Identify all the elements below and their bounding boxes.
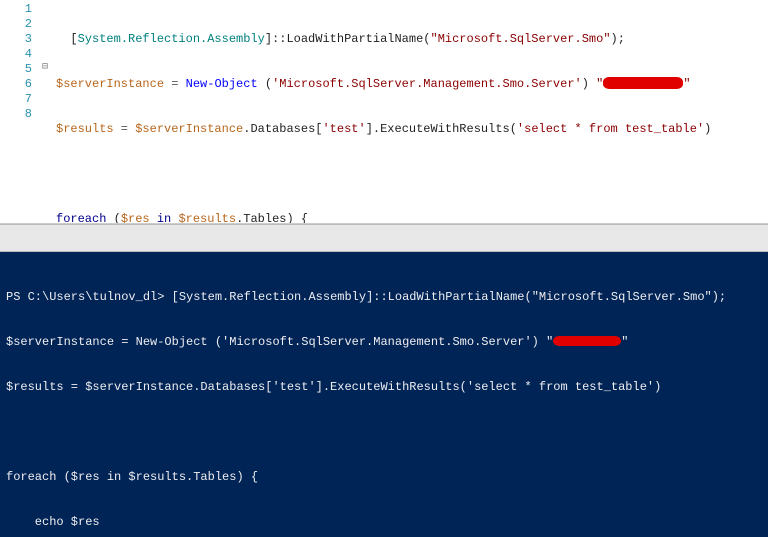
line-number: 7 xyxy=(2,92,32,107)
pane-splitter[interactable] xyxy=(0,224,768,252)
console-line: echo $res xyxy=(6,515,762,530)
console-blank xyxy=(6,425,762,440)
code-line xyxy=(56,167,764,182)
line-number: 5 xyxy=(2,62,32,77)
line-number-gutter: 1 2 3 4 5 6 7 8 xyxy=(0,0,38,223)
redaction-mark xyxy=(603,77,683,89)
fold-toggle[interactable]: ⊟ xyxy=(38,60,52,75)
console-line: $results = $serverInstance.Databases['te… xyxy=(6,380,762,395)
console-line: foreach ($res in $results.Tables) { xyxy=(6,470,762,485)
line-number: 1 xyxy=(2,2,32,17)
line-number: 8 xyxy=(2,107,32,122)
powershell-console[interactable]: PS C:\Users\tulnov_dl> [System.Reflectio… xyxy=(0,252,768,537)
line-number: 2 xyxy=(2,17,32,32)
code-text-area[interactable]: [System.Reflection.Assembly]::LoadWithPa… xyxy=(52,0,768,223)
code-line: $serverInstance = New-Object ('Microsoft… xyxy=(56,77,764,92)
redaction-mark xyxy=(553,336,621,346)
code-line: [System.Reflection.Assembly]::LoadWithPa… xyxy=(56,32,764,47)
fold-gutter: ⊟ xyxy=(38,0,52,223)
code-editor-pane[interactable]: 1 2 3 4 5 6 7 8 ⊟ [System.Reflection.Ass… xyxy=(0,0,768,224)
line-number: 6 xyxy=(2,77,32,92)
code-line: $results = $serverInstance.Databases['te… xyxy=(56,122,764,137)
line-number: 4 xyxy=(2,47,32,62)
console-line: $serverInstance = New-Object ('Microsoft… xyxy=(6,335,762,350)
code-line: foreach ($res in $results.Tables) { xyxy=(56,212,764,223)
line-number: 3 xyxy=(2,32,32,47)
console-line: PS C:\Users\tulnov_dl> [System.Reflectio… xyxy=(6,290,762,305)
